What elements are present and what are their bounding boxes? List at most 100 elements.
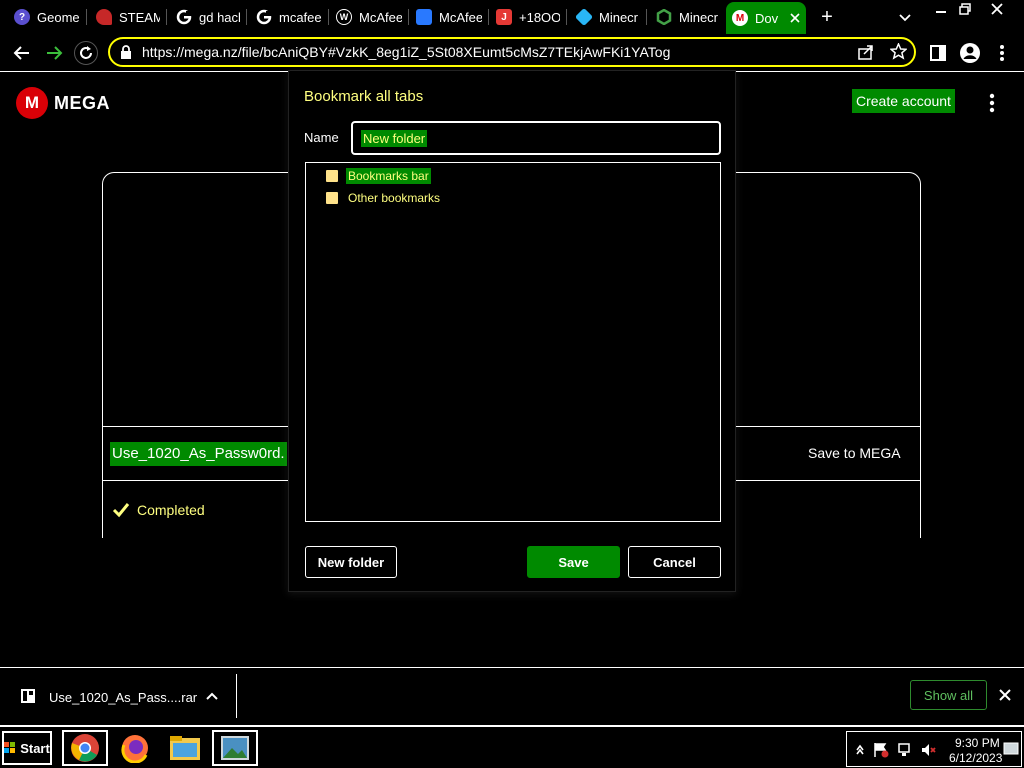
tab-minecraft-1[interactable]: Minecr: [576, 4, 640, 30]
network-icon[interactable]: [897, 742, 913, 763]
page-menu-icon[interactable]: [982, 92, 1002, 114]
bookmark-all-tabs-dialog: Bookmark all tabs Name New folder Bookma…: [288, 70, 736, 592]
restore-window-button[interactable]: [950, 0, 980, 18]
lock-icon[interactable]: [120, 45, 132, 64]
mcafee-site-icon: [416, 9, 432, 25]
share-icon[interactable]: [858, 44, 874, 65]
name-label: Name: [304, 130, 339, 145]
tab-geome[interactable]: ? Geome: [14, 4, 80, 30]
folder-icon: [326, 191, 338, 204]
volume-muted-icon[interactable]: [921, 742, 937, 763]
wordpress-icon: W: [336, 9, 352, 25]
browser-toolbar: https://mega.nz/file/bcAniQBY#VzkK_8eg1i…: [0, 34, 1024, 72]
clock-date[interactable]: 6/12/2023: [949, 751, 1002, 765]
tab-title: McAfee: [439, 9, 482, 25]
folder-other-bookmarks[interactable]: Other bookmarks: [326, 188, 442, 207]
google-icon: [176, 9, 192, 25]
system-tray: 9:30 PM 6/12/2023: [846, 731, 1022, 767]
reload-button[interactable]: [74, 41, 98, 65]
clock-time[interactable]: 9:30 PM: [955, 736, 1000, 750]
tab-separator: [488, 9, 489, 25]
photos-taskbar-icon[interactable]: [212, 730, 258, 766]
close-tab-icon[interactable]: [790, 11, 800, 26]
chevron-up-icon[interactable]: [204, 688, 220, 709]
bookmark-star-icon[interactable]: [889, 42, 908, 65]
forward-button[interactable]: [42, 41, 66, 65]
tab-phone[interactable]: J +18OO: [496, 4, 560, 30]
close-shelf-icon[interactable]: [998, 688, 1012, 707]
tab-minecraft-2[interactable]: Minecr: [656, 4, 718, 30]
folder-tree[interactable]: Bookmarks bar Other bookmarks: [305, 162, 721, 522]
url-text[interactable]: https://mega.nz/file/bcAniQBY#VzkK_8eg1i…: [142, 44, 670, 60]
folder-label: Other bookmarks: [348, 190, 441, 205]
show-all-button[interactable]: Show all: [910, 680, 987, 710]
back-button[interactable]: [10, 41, 34, 65]
profile-avatar-icon[interactable]: [958, 41, 982, 65]
tab-steam[interactable]: STEAM: [96, 4, 160, 30]
google-icon: [256, 9, 272, 25]
tab-mcafee-search[interactable]: mcafee: [256, 4, 322, 30]
download-status: Completed: [137, 502, 205, 518]
tab-separator: [86, 9, 87, 25]
tab-title: Minecr: [679, 9, 718, 25]
tab-search-chevron-icon[interactable]: [896, 8, 914, 26]
cancel-button[interactable]: Cancel: [628, 546, 721, 578]
tab-title: +18OO: [519, 9, 560, 25]
checkmark-icon: [112, 502, 130, 523]
tab-separator: [408, 9, 409, 25]
divider: [236, 674, 237, 718]
tab-separator: [328, 9, 329, 25]
tab-strip: ? Geome STEAM gd hack mcafee W McAfee Mc…: [0, 0, 1024, 34]
tab-separator: [566, 9, 567, 25]
steam-icon: [96, 9, 112, 25]
mega-logo-text[interactable]: MEGA: [54, 93, 110, 114]
file-name: Use_1020_As_Passw0rd.: [110, 442, 287, 466]
address-bar[interactable]: https://mega.nz/file/bcAniQBY#VzkK_8eg1i…: [108, 37, 916, 67]
tab-title: Geome: [37, 9, 80, 25]
tab-mcafee-wordpress[interactable]: W McAfee: [336, 4, 402, 30]
file-explorer-taskbar-icon[interactable]: [162, 730, 208, 766]
tab-title: mcafee: [279, 9, 322, 25]
tab-title: Minecr: [599, 9, 639, 25]
download-shelf: Use_1020_As_Pass....rar Show all: [0, 667, 1024, 725]
menu-kebab-icon[interactable]: [990, 41, 1014, 65]
chrome-taskbar-icon[interactable]: [62, 730, 108, 766]
close-window-button[interactable]: [982, 0, 1012, 18]
tab-separator: [646, 9, 647, 25]
new-tab-button[interactable]: +: [816, 6, 838, 28]
new-folder-button[interactable]: New folder: [305, 546, 397, 578]
mega-logo-icon[interactable]: M: [16, 87, 48, 119]
mega-icon: M: [732, 10, 748, 26]
firefox-taskbar-icon[interactable]: [112, 730, 158, 766]
folder-label: Bookmarks bar: [346, 167, 431, 184]
side-panel-icon[interactable]: [926, 41, 950, 65]
tab-title: McAfee: [359, 9, 402, 25]
folder-bookmarks-bar[interactable]: Bookmarks bar: [326, 166, 431, 185]
archive-file-icon[interactable]: [20, 688, 36, 709]
show-hidden-icons-icon[interactable]: [855, 742, 865, 760]
j-icon: J: [496, 9, 512, 25]
hexagon-icon: [656, 9, 672, 25]
folder-name-input[interactable]: New folder: [351, 121, 721, 155]
tab-title: Dov: [755, 10, 779, 26]
create-account-button[interactable]: Create account: [852, 89, 955, 113]
start-button[interactable]: Start: [2, 731, 52, 765]
folder-icon: [326, 169, 338, 182]
dialog-title: Bookmark all tabs: [304, 88, 424, 105]
help-circle-icon: ?: [14, 9, 30, 25]
download-file-name[interactable]: Use_1020_As_Pass....rar: [49, 690, 197, 705]
tab-gd-hack[interactable]: gd hack: [176, 4, 240, 30]
minecraft-cube-icon: [576, 7, 594, 27]
tab-title: STEAM: [119, 9, 160, 25]
save-to-mega-button[interactable]: Save to MEGA: [808, 445, 901, 461]
windows-logo-icon: [4, 742, 16, 753]
folder-name-value[interactable]: New folder: [361, 130, 428, 147]
tab-mcafee-site[interactable]: McAfee: [416, 4, 482, 30]
save-button[interactable]: Save: [527, 546, 620, 578]
show-desktop-icon[interactable]: [1003, 742, 1019, 761]
tab-separator: [246, 9, 247, 25]
action-center-flag-icon[interactable]: [873, 742, 889, 763]
start-label: Start: [20, 740, 50, 756]
tab-separator: [166, 9, 167, 25]
tab-mega-active[interactable]: M Dov: [726, 2, 806, 34]
